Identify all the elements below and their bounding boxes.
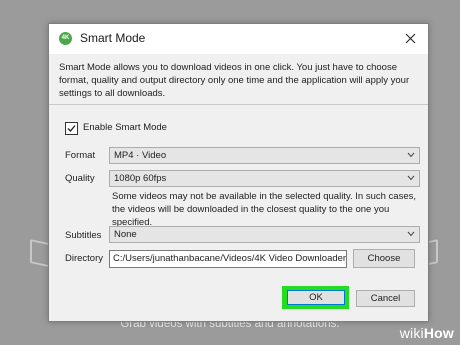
format-value: MP4 · Video — [114, 150, 167, 161]
smart-mode-dialog: 4K Smart Mode Smart Mode allows you to d… — [48, 23, 429, 322]
choose-button[interactable]: Choose — [353, 249, 415, 268]
quality-label: Quality — [65, 173, 95, 184]
divider — [49, 104, 428, 105]
ok-button[interactable]: OK — [287, 290, 345, 305]
directory-label: Directory — [65, 253, 104, 264]
close-button[interactable] — [398, 28, 422, 50]
watermark-wiki: wiki — [399, 325, 424, 341]
wikihow-watermark: wikiHow — [400, 325, 454, 341]
directory-input[interactable]: C:/Users/junathanbacane/Videos/4K Video … — [109, 250, 347, 268]
subtitles-label: Subtitles — [65, 230, 102, 241]
quality-note: Some videos may not be available in the … — [112, 191, 416, 228]
chevron-down-icon — [407, 175, 415, 181]
subtitles-select[interactable]: None — [109, 226, 420, 243]
dialog-title: Smart Mode — [80, 31, 146, 45]
quality-select[interactable]: 1080p 60fps — [109, 170, 420, 187]
title-bar: 4K Smart Mode — [49, 24, 428, 54]
app-logo-icon: 4K — [59, 32, 72, 45]
chevron-down-icon — [407, 152, 415, 158]
close-icon — [405, 33, 415, 44]
quality-value: 1080p 60fps — [114, 173, 167, 184]
dialog-description: Smart Mode allows you to download videos… — [59, 62, 410, 99]
enable-smart-mode-checkbox[interactable] — [65, 122, 78, 135]
format-select[interactable]: MP4 · Video — [109, 147, 420, 164]
enable-smart-mode-label: Enable Smart Mode — [83, 122, 167, 133]
subtitles-value: None — [114, 229, 137, 240]
checkmark-icon — [67, 125, 76, 132]
cancel-button[interactable]: Cancel — [356, 290, 415, 307]
format-label: Format — [65, 150, 96, 161]
watermark-how: How — [423, 325, 454, 341]
chevron-down-icon — [407, 231, 415, 237]
